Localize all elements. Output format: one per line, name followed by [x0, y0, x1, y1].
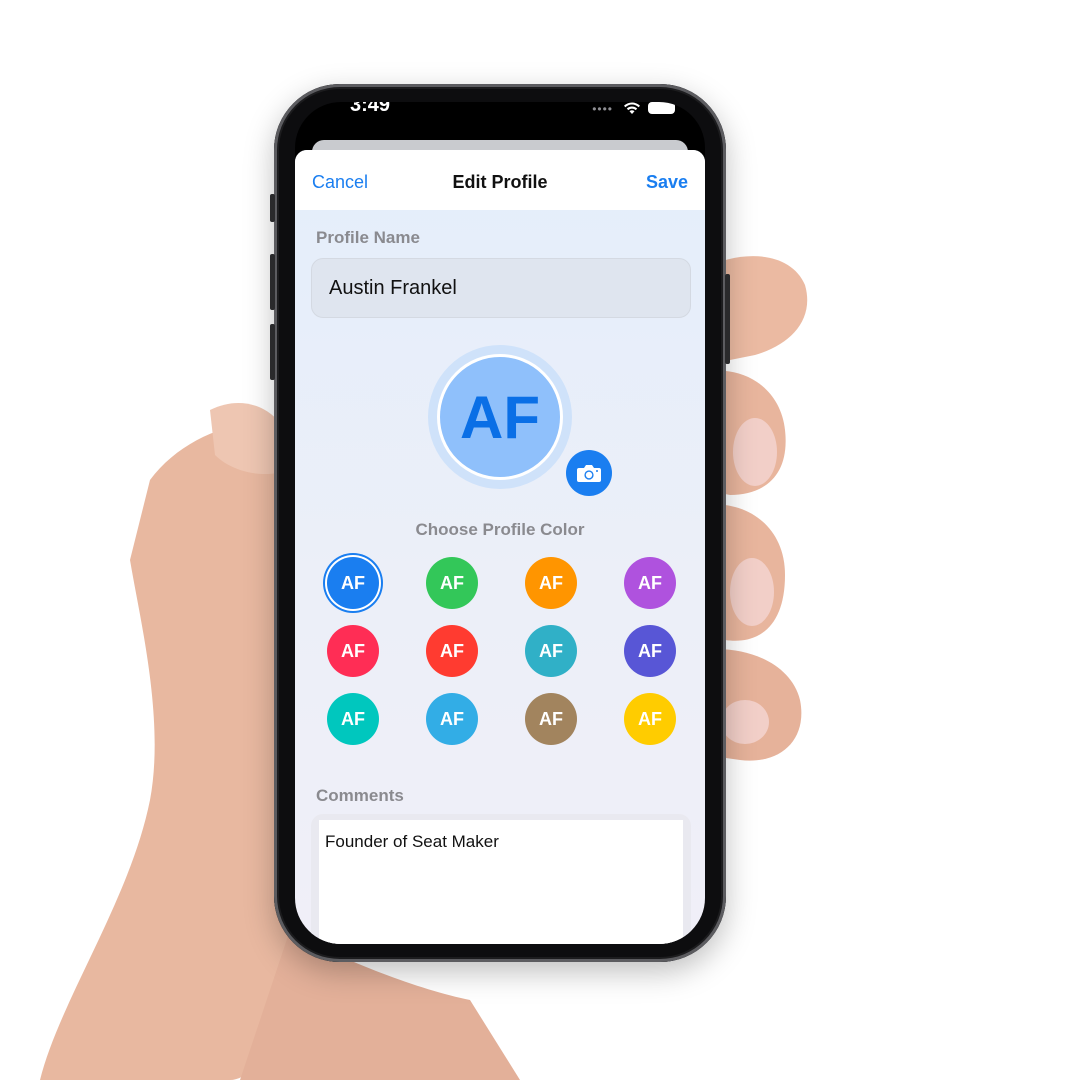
save-button[interactable]: Save — [646, 172, 688, 193]
volume-down-button — [270, 254, 275, 310]
camera-icon — [577, 465, 601, 482]
mute-switch — [270, 324, 275, 380]
comments-field[interactable]: Founder of Seat Maker — [319, 820, 683, 944]
navigation-bar: Cancel Edit Profile Save — [295, 150, 705, 210]
color-swatch-1[interactable]: AF — [327, 557, 379, 609]
color-swatch-7[interactable]: AF — [525, 625, 577, 677]
color-swatch-6[interactable]: AF — [426, 625, 478, 677]
status-bar: 3:49 •••• — [295, 102, 705, 134]
choose-color-label: Choose Profile Color — [415, 520, 585, 539]
color-swatch-2[interactable]: AF — [426, 557, 478, 609]
color-swatch-10[interactable]: AF — [426, 693, 478, 745]
battery-icon — [648, 102, 675, 114]
edit-profile-sheet: Cancel Edit Profile Save Profile Name AF… — [295, 150, 705, 944]
volume-up-button — [270, 194, 275, 222]
color-swatch-8[interactable]: AF — [624, 625, 676, 677]
status-time: 3:49 — [350, 102, 391, 116]
phone-screen: 3:49 •••• Cancel Edit Profile Save Profi… — [295, 102, 705, 944]
color-swatch-11[interactable]: AF — [525, 693, 577, 745]
change-photo-button[interactable] — [566, 450, 612, 496]
page-title: Edit Profile — [452, 172, 548, 192]
color-swatch-3[interactable]: AF — [525, 557, 577, 609]
profile-name-label: Profile Name — [316, 228, 420, 247]
comments-label: Comments — [316, 786, 404, 805]
comments-container: Founder of Seat Maker — [311, 814, 691, 944]
phone-frame: 3:49 •••• Cancel Edit Profile Save Profi… — [270, 84, 730, 962]
color-swatch-9[interactable]: AF — [327, 693, 379, 745]
profile-name-field[interactable] — [311, 258, 691, 318]
color-swatch-4[interactable]: AF — [624, 557, 676, 609]
signal-icon: •••• — [592, 102, 613, 116]
avatar: AF — [437, 354, 563, 480]
color-swatch-5[interactable]: AF — [327, 625, 379, 677]
color-swatch-12[interactable]: AF — [624, 693, 676, 745]
wifi-icon — [624, 102, 640, 114]
power-button — [725, 274, 730, 364]
